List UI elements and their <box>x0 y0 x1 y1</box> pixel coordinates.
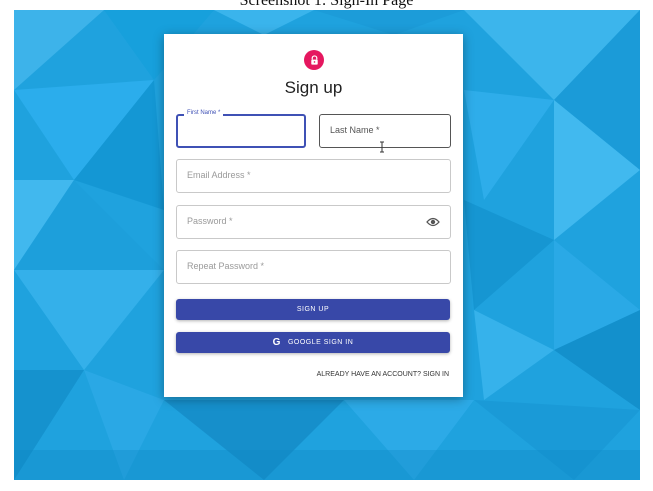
repeat-password-placeholder: Repeat Password * <box>187 261 265 271</box>
page-background: Sign up First Name * Last Name * Email A… <box>14 10 640 480</box>
google-sign-in-label: GOOGLE SIGN IN <box>287 339 354 346</box>
google-sign-in-button[interactable]: G GOOGLE SIGN IN <box>176 332 450 353</box>
signup-form-card: Sign up First Name * Last Name * Email A… <box>164 34 463 397</box>
caption-text: Screenshot 1: Sign-In Page <box>239 0 414 9</box>
lock-glyph <box>310 54 318 65</box>
repeat-password-field[interactable]: Repeat Password * <box>176 250 451 284</box>
email-placeholder: Email Address * <box>187 170 251 180</box>
lock-icon <box>304 50 324 70</box>
password-placeholder: Password * <box>187 216 233 226</box>
sign-up-button[interactable]: SIGN UP <box>176 299 450 320</box>
email-field[interactable]: Email Address * <box>176 159 451 193</box>
password-field[interactable]: Password * <box>176 205 451 239</box>
last-name-field[interactable]: Last Name * <box>319 114 451 148</box>
sign-up-label: SIGN UP <box>296 306 330 313</box>
first-name-label: First Name * <box>184 110 224 116</box>
sign-in-link[interactable]: ALREADY HAVE AN ACCOUNT? SIGN IN <box>317 371 449 378</box>
page-title: Sign up <box>284 78 343 97</box>
first-name-field[interactable]: First Name * <box>176 110 306 148</box>
google-icon: G <box>272 337 281 348</box>
last-name-placeholder: Last Name * <box>330 125 380 135</box>
text-cursor-icon <box>380 141 384 153</box>
eye-icon[interactable] <box>426 216 440 228</box>
